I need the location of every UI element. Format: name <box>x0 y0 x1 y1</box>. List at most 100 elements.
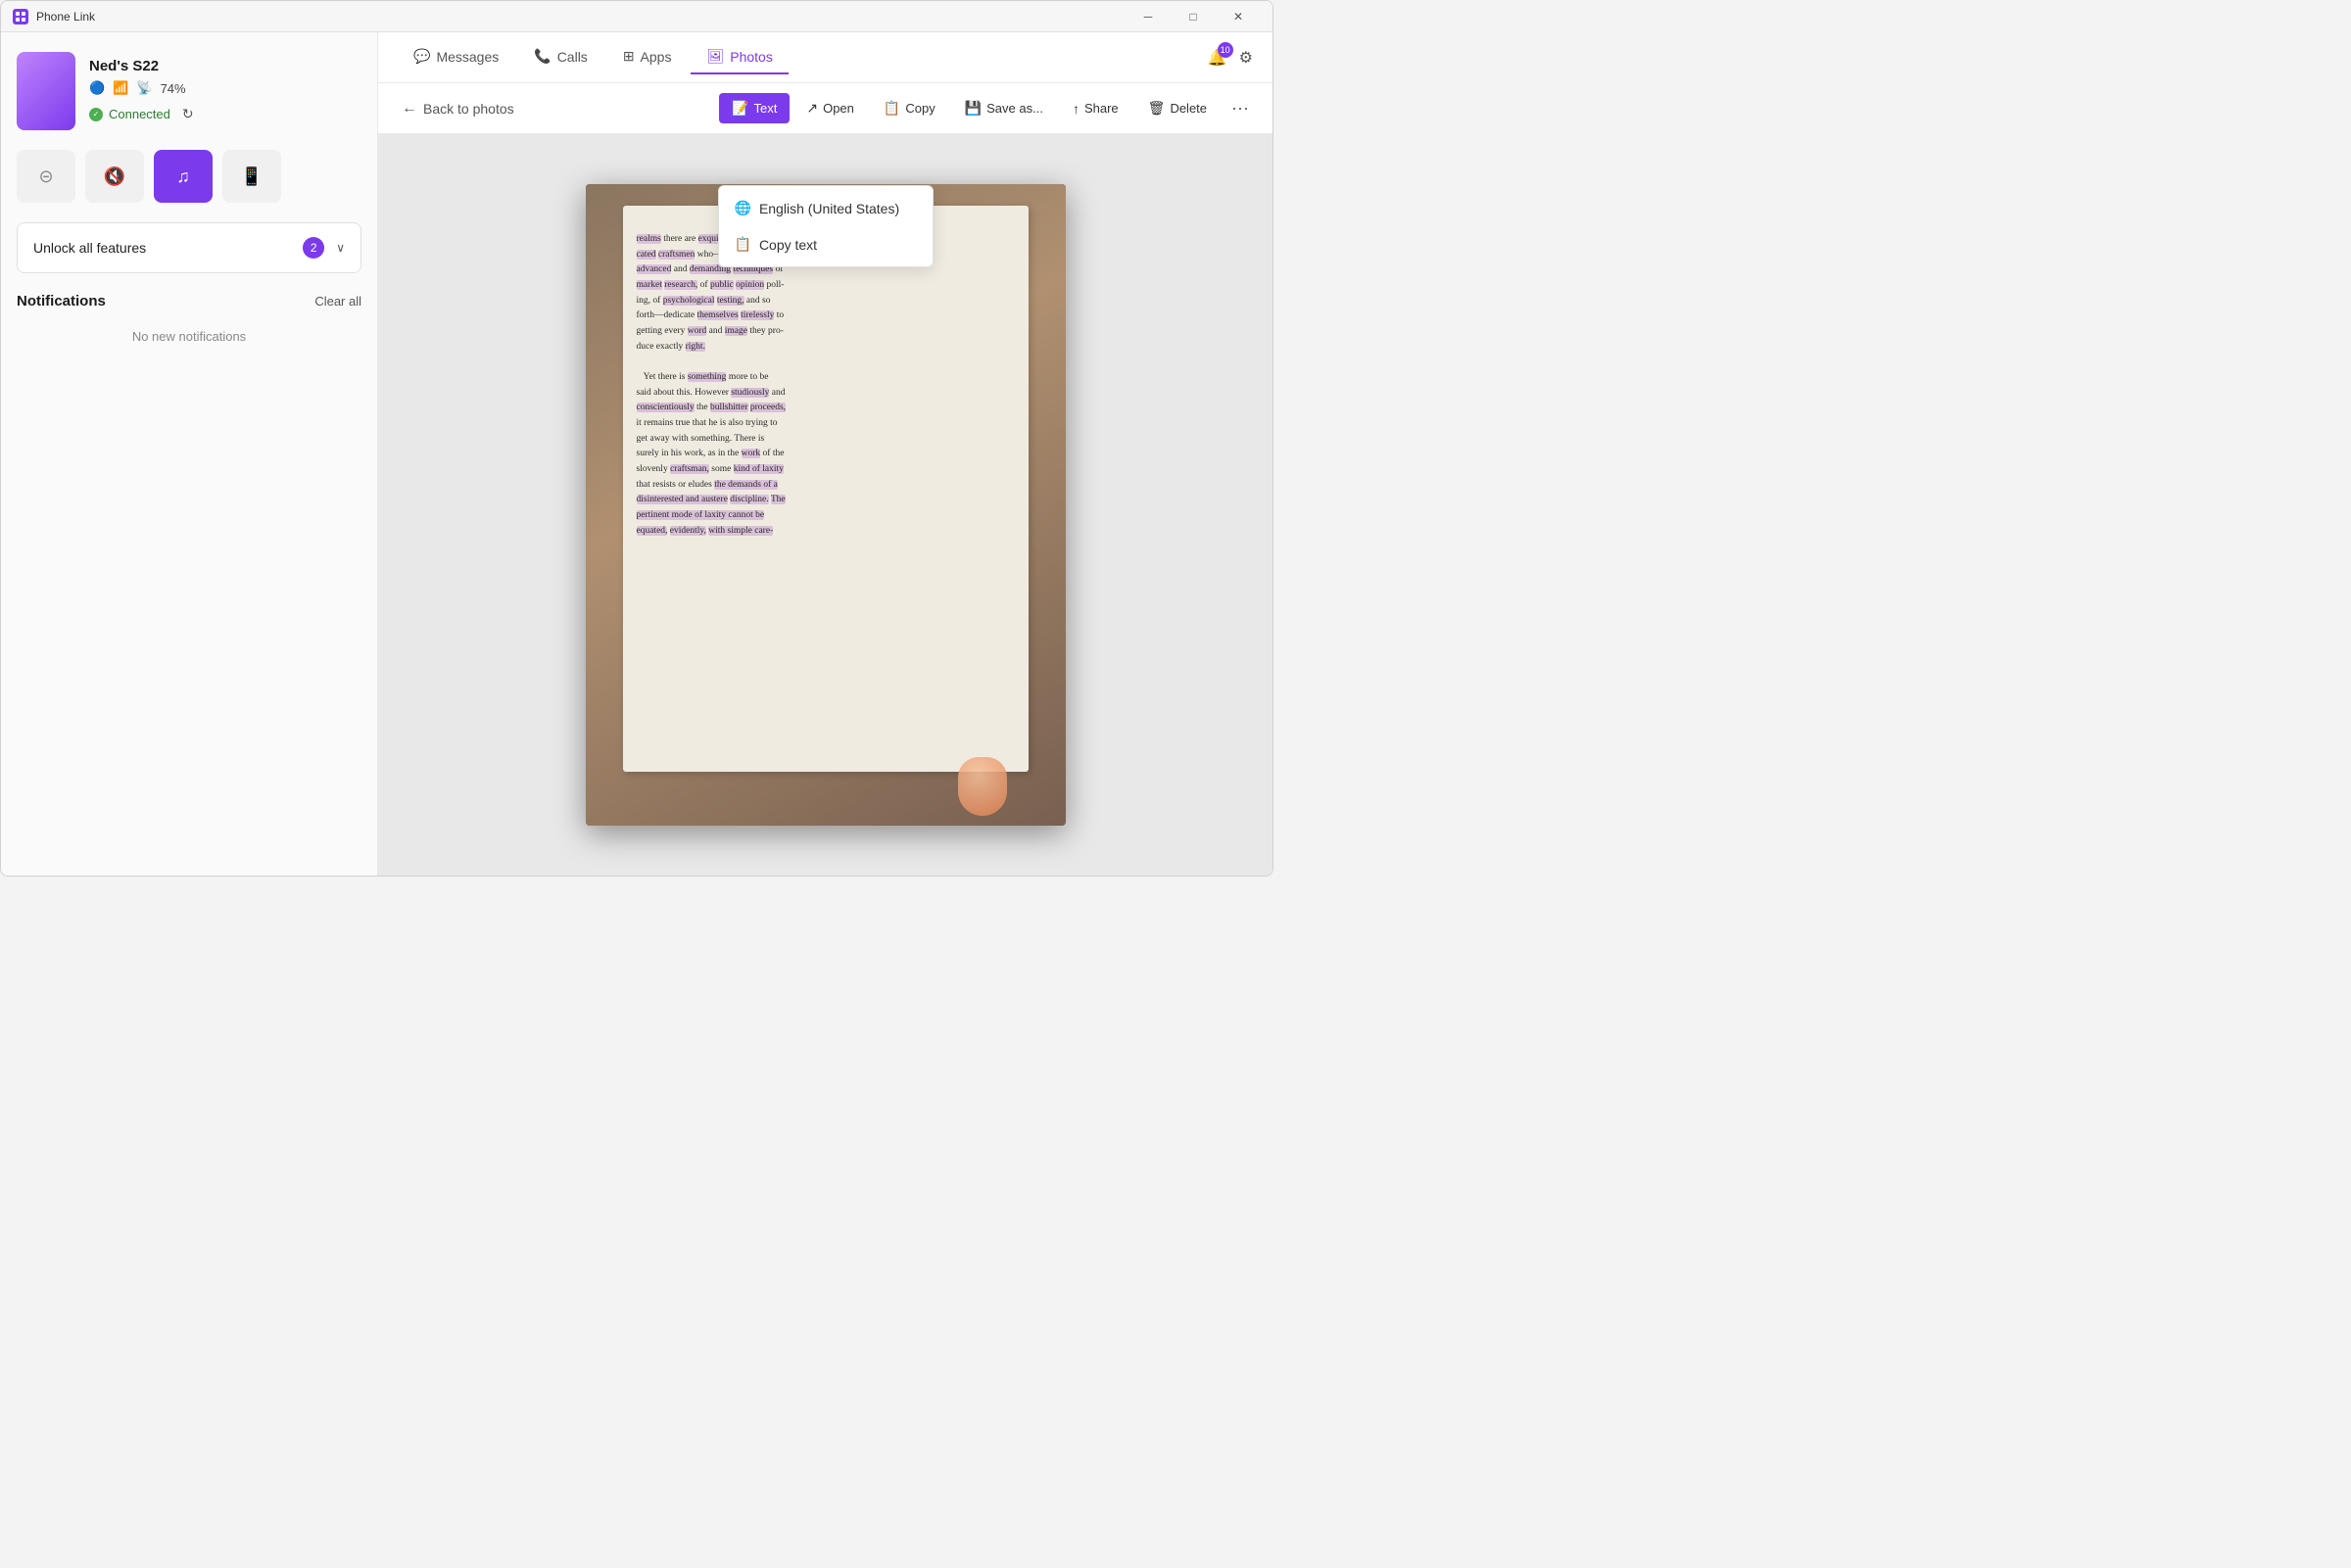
book-text: realms there are exquisitely sophisti- c… <box>637 232 1015 539</box>
copy-button[interactable]: 📋 Copy <box>871 93 948 123</box>
highlight-7: advanced <box>637 264 672 274</box>
highlight-16: themselves <box>697 310 739 320</box>
highlight-22: studiously <box>731 388 769 398</box>
share-icon: ↑ <box>1073 101 1080 117</box>
book-photo: [ 23 ] realms there are exquisitely soph… <box>586 184 1066 826</box>
notification-badge: 10 <box>1218 42 1233 58</box>
chevron-down-icon: ∨ <box>336 241 345 255</box>
app-window: Phone Link ─ □ ✕ Ned's S22 🔵 📶 📡 74% <box>0 0 1273 877</box>
tab-apps[interactable]: ⊞ Apps <box>607 40 688 74</box>
delete-icon: 🗑 <box>1148 100 1166 117</box>
maximize-button[interactable]: □ <box>1171 1 1216 32</box>
notifications-title: Notifications <box>17 293 106 309</box>
messages-icon: 💬 <box>413 48 430 65</box>
dropdown-menu: 🌐 English (United States) 📋 Copy text <box>718 185 934 267</box>
app-body: Ned's S22 🔵 📶 📡 74% Connected ↻ ⊝ <box>1 32 1272 876</box>
highlight-36: with simple care- <box>708 526 773 536</box>
highlight-21: something <box>688 372 727 382</box>
highlight-29: the demands of a <box>714 480 778 490</box>
music-button[interactable]: ♫ <box>154 150 213 203</box>
highlight-18: word <box>688 326 707 336</box>
back-to-photos-button[interactable]: ← Back to photos <box>394 96 522 121</box>
dropdown-item-language[interactable]: 🌐 English (United States) <box>719 190 933 226</box>
more-button[interactable]: ··· <box>1223 92 1257 124</box>
mute-button[interactable]: 🔇 <box>85 150 144 203</box>
copy-text-icon: 📋 <box>735 236 751 253</box>
clear-all-button[interactable]: Clear all <box>314 294 361 309</box>
language-icon: 🌐 <box>735 200 751 216</box>
photo-viewer: ← Back to photos 📝 Text ↗ Open <box>378 83 1272 876</box>
nav-bar: 💬 Messages 📞 Calls ⊞ Apps 🖼 Photos <box>378 32 1272 83</box>
dnd-button[interactable]: ⊝ <box>17 150 75 203</box>
highlight-23: conscientiously <box>637 403 695 412</box>
tab-calls[interactable]: 📞 Calls <box>518 40 603 74</box>
highlight-13: opinion <box>736 280 764 290</box>
connected-label: Connected <box>109 107 170 121</box>
window-controls: ─ □ ✕ <box>1126 1 1261 32</box>
cast-button[interactable]: 📱 <box>222 150 281 203</box>
notification-button[interactable]: 🔔 10 <box>1204 44 1231 71</box>
highlight-25: proceeds, <box>750 403 786 412</box>
close-button[interactable]: ✕ <box>1216 1 1261 32</box>
text-icon: 📝 <box>732 100 748 117</box>
open-button[interactable]: ↗ Open <box>793 93 867 123</box>
photos-icon: 🖼 <box>706 48 724 65</box>
title-bar: Phone Link ─ □ ✕ <box>1 1 1272 32</box>
highlight-27: craftsman, <box>670 464 709 474</box>
save-as-button[interactable]: 💾 Save as... <box>952 93 1056 123</box>
highlight-4: cated <box>637 250 656 260</box>
back-arrow-icon: ← <box>402 100 417 118</box>
battery-level: 74% <box>161 81 186 96</box>
device-name: Ned's S22 <box>89 58 361 74</box>
highlight-33: pertinent mode of laxity cannot be <box>637 510 765 520</box>
signal-icon: 📡 <box>136 80 152 96</box>
notifications-header: Notifications Clear all <box>17 293 361 309</box>
window-title: Phone Link <box>36 10 1118 24</box>
highlight-19: image <box>725 326 747 336</box>
save-icon: 💾 <box>965 100 982 117</box>
photo-background: [ 23 ] realms there are exquisitely soph… <box>586 184 1066 826</box>
settings-button[interactable]: ⚙ <box>1239 48 1253 68</box>
highlight-32: The <box>771 495 786 504</box>
unlock-label: Unlock all features <box>33 240 146 256</box>
no-notifications-text: No new notifications <box>17 329 361 344</box>
device-section: Ned's S22 🔵 📶 📡 74% Connected ↻ <box>17 52 361 130</box>
delete-button[interactable]: 🗑 Delete <box>1135 93 1220 123</box>
share-button[interactable]: ↑ Share <box>1060 94 1131 123</box>
wifi-icon: 📶 <box>113 80 128 96</box>
finger-overlay <box>958 757 1007 816</box>
highlight-17: tirelessly <box>741 310 774 320</box>
highlight-11: research, <box>664 280 697 290</box>
text-button[interactable]: 📝 Text <box>719 93 790 123</box>
nav-tabs: 💬 Messages 📞 Calls ⊞ Apps 🖼 Photos <box>398 40 789 74</box>
connected-dot <box>89 108 103 121</box>
highlight-26: work <box>742 449 761 458</box>
dropdown-item-copy-text[interactable]: 📋 Copy text <box>719 226 933 262</box>
highlight-15: testing, <box>717 296 744 306</box>
toolbar-actions: 📝 Text ↗ Open 📋 Copy 💾 <box>719 92 1257 124</box>
open-icon: ↗ <box>806 100 818 117</box>
unlock-banner[interactable]: Unlock all features 2 ∨ <box>17 222 361 273</box>
highlight-5: craftsmen <box>658 250 695 260</box>
copy-icon: 📋 <box>884 100 900 117</box>
highlight-10: market <box>637 280 662 290</box>
tab-photos[interactable]: 🖼 Photos <box>691 40 788 74</box>
device-stats: 🔵 📶 📡 74% <box>89 80 361 96</box>
highlight-14: psychological <box>663 296 715 306</box>
highlight-35: evidently, <box>670 526 706 536</box>
unlock-badge: 2 <box>303 237 324 259</box>
highlight-1: realms <box>637 234 661 244</box>
apps-icon: ⊞ <box>623 48 635 65</box>
refresh-button[interactable]: ↻ <box>176 104 200 124</box>
highlight-20: right. <box>686 342 705 352</box>
app-icon <box>13 9 28 24</box>
main-content: 💬 Messages 📞 Calls ⊞ Apps 🖼 Photos <box>378 32 1272 876</box>
device-info: Ned's S22 🔵 📶 📡 74% Connected ↻ <box>89 58 361 124</box>
minimize-button[interactable]: ─ <box>1126 1 1171 32</box>
highlight-30: disinterested and austere <box>637 495 728 504</box>
tab-messages[interactable]: 💬 Messages <box>398 40 514 74</box>
device-avatar <box>17 52 75 130</box>
highlight-12: public <box>710 280 734 290</box>
connected-badge: Connected ↻ <box>89 104 361 124</box>
nav-right: 🔔 10 ⚙ <box>1204 44 1253 71</box>
